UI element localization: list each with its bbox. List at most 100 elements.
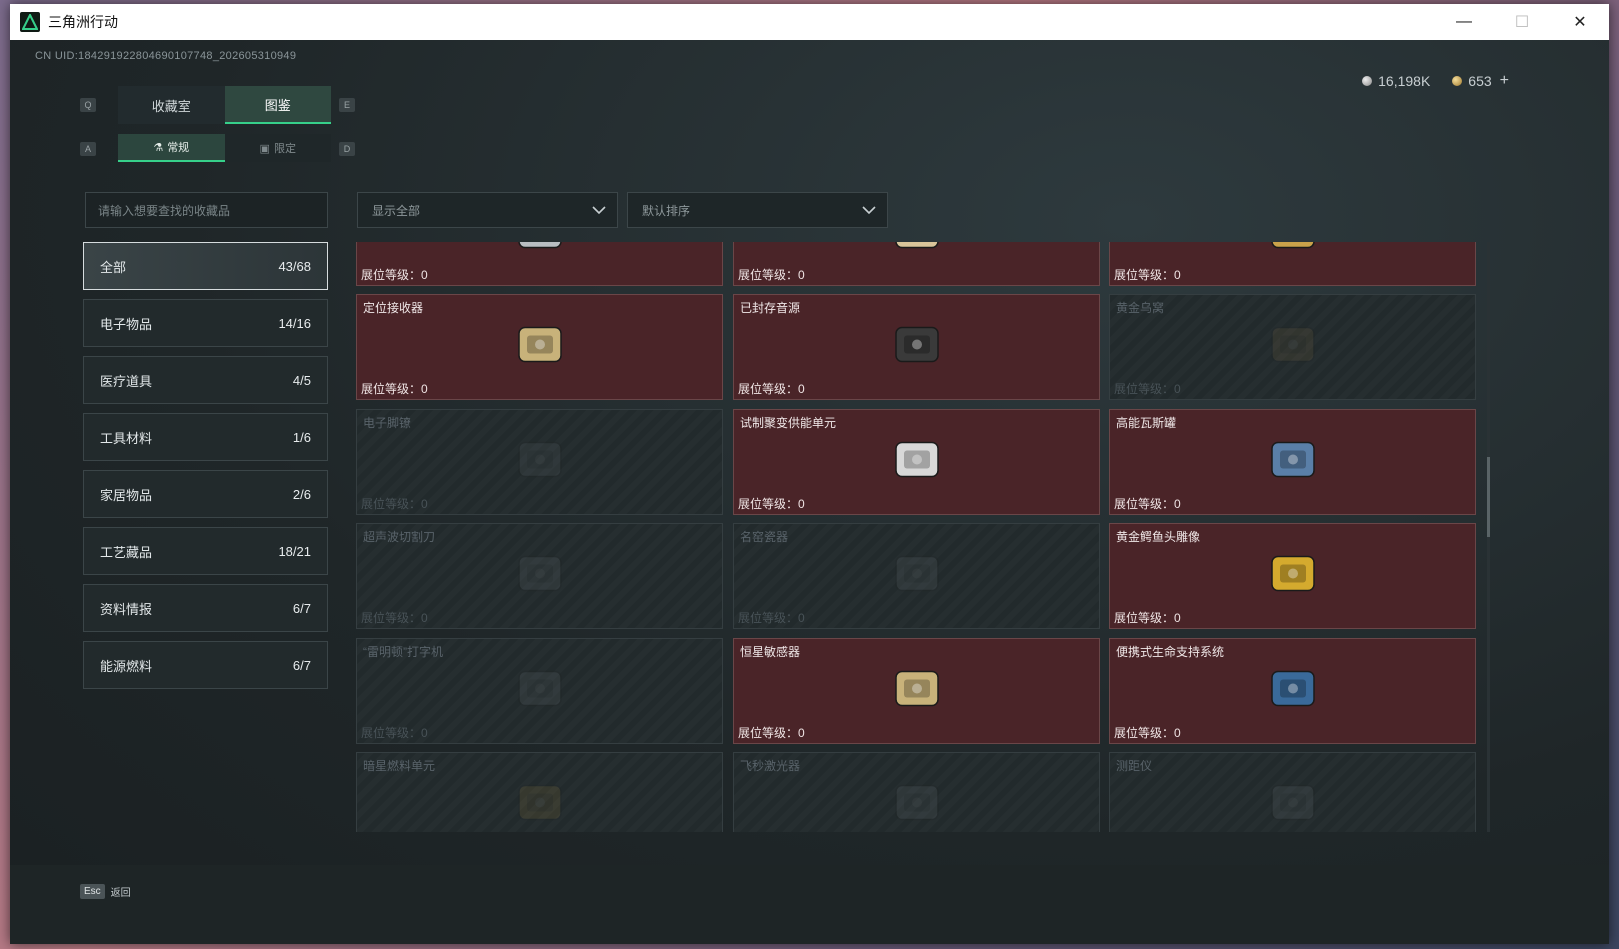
category-count: 2/6 bbox=[292, 486, 311, 502]
category-label: 资料情报 bbox=[100, 601, 153, 617]
collectible-card[interactable]: 飞秒激光器 bbox=[733, 752, 1100, 832]
collectible-card[interactable]: 高能瓦斯罐 展位等级：0 bbox=[1109, 409, 1476, 515]
category-fuel[interactable]: 能源燃料 6/7 bbox=[83, 641, 328, 689]
fusion-cell-icon bbox=[882, 425, 952, 500]
collectible-card[interactable]: 展位等级：0 bbox=[1109, 242, 1476, 286]
level-value: 0 bbox=[1174, 611, 1181, 625]
level-label: 展位等级： bbox=[361, 726, 422, 740]
collectible-card[interactable]: 暗星燃料单元 bbox=[356, 752, 723, 832]
level-value: 0 bbox=[798, 268, 805, 282]
life-support-icon bbox=[1258, 654, 1328, 729]
level-label: 展位等级： bbox=[361, 382, 422, 396]
category-label: 医疗道具 bbox=[100, 373, 153, 389]
key-hint-e: E bbox=[339, 98, 355, 112]
flashlight-icon bbox=[505, 242, 575, 271]
gold-coin-icon bbox=[1452, 76, 1463, 86]
category-tools[interactable]: 工具材料 1/6 bbox=[83, 413, 328, 461]
level-label: 展位等级： bbox=[1114, 726, 1175, 740]
item-level: 展位等级：0 bbox=[361, 724, 428, 741]
key-hint-q: Q bbox=[80, 98, 96, 112]
search-input[interactable]: 请输入想要查找的收藏品 bbox=[85, 192, 328, 228]
item-name: 超声波切割刀 bbox=[363, 530, 436, 544]
sort-dropdown[interactable]: 默认排序 bbox=[627, 192, 888, 228]
level-value: 0 bbox=[798, 382, 805, 396]
collectible-card[interactable]: 黄金乌窝 展位等级：0 bbox=[1109, 294, 1476, 400]
gold-amount: 653 bbox=[1468, 73, 1492, 89]
item-level: 展位等级：0 bbox=[1114, 609, 1181, 626]
category-intel[interactable]: 资料情报 6/7 bbox=[83, 584, 328, 632]
subtab-limited[interactable]: ▣ 限定 bbox=[224, 134, 331, 162]
main-tabs: 收藏室 图鉴 bbox=[118, 86, 331, 124]
painting-icon bbox=[1258, 242, 1328, 271]
item-name: 定位接收器 bbox=[363, 301, 424, 315]
level-label: 展位等级： bbox=[1114, 497, 1175, 511]
item-name: 已封存音源 bbox=[740, 301, 801, 315]
gas-tank-icon bbox=[1258, 425, 1328, 500]
level-value: 0 bbox=[421, 268, 428, 282]
item-name: 恒星敏感器 bbox=[740, 645, 801, 659]
item-level: 展位等级：0 bbox=[361, 380, 428, 397]
subtab-regular-label: 常规 bbox=[167, 142, 190, 154]
collectible-card[interactable]: 展位等级：0 bbox=[733, 242, 1100, 286]
collectible-card[interactable]: 黄金鳄鱼头雕像 展位等级：0 bbox=[1109, 523, 1476, 629]
level-label: 展位等级： bbox=[738, 611, 799, 625]
collectible-card[interactable]: 定位接收器展位等级：0 bbox=[356, 294, 723, 400]
category-label: 工艺藏品 bbox=[100, 544, 153, 560]
collectible-card[interactable]: 超声波切割刀 展位等级：0 bbox=[356, 523, 723, 629]
category-count: 43/68 bbox=[278, 258, 311, 274]
level-label: 展位等级： bbox=[361, 497, 422, 511]
category-crafts[interactable]: 工艺藏品 18/21 bbox=[83, 527, 328, 575]
collectible-card[interactable]: 便携式生命支持系统 展位等级：0 bbox=[1109, 638, 1476, 744]
category-count: 6/7 bbox=[292, 600, 311, 616]
category-count: 14/16 bbox=[278, 315, 311, 331]
level-label: 展位等级： bbox=[738, 382, 799, 396]
collectible-card[interactable]: 试制聚变供能单元 展位等级：0 bbox=[733, 409, 1100, 515]
category-label: 能源燃料 bbox=[100, 658, 153, 674]
collectible-card[interactable]: 恒星敏感器展位等级：0 bbox=[733, 638, 1100, 744]
tab-collection-room[interactable]: 收藏室 bbox=[118, 86, 225, 124]
scrollbar-thumb[interactable] bbox=[1487, 457, 1490, 537]
maximize-button[interactable]: ☐ bbox=[1493, 4, 1551, 40]
category-household[interactable]: 家居物品 2/6 bbox=[83, 470, 328, 518]
level-value: 0 bbox=[798, 497, 805, 511]
golden-nest-icon bbox=[1258, 310, 1328, 385]
sort-value: 默认排序 bbox=[642, 203, 691, 218]
add-currency-button[interactable]: + bbox=[1500, 72, 1509, 90]
collectible-card[interactable]: 测距仪 bbox=[1109, 752, 1476, 832]
level-label: 展位等级： bbox=[738, 268, 799, 282]
level-label: 展位等级： bbox=[1114, 382, 1175, 396]
show-filter-dropdown[interactable]: 显示全部 bbox=[357, 192, 618, 228]
item-level: 展位等级：0 bbox=[1114, 266, 1181, 283]
category-medical[interactable]: 医疗道具 4/5 bbox=[83, 356, 328, 404]
user-uid: CN UID:1842919228046901077­48_2026053109… bbox=[35, 50, 297, 62]
item-level: 展位等级：0 bbox=[738, 495, 805, 512]
key-hint-d: D bbox=[339, 142, 355, 156]
flask-icon: ⚗ bbox=[153, 141, 164, 154]
collectible-card[interactable]: 名窑瓷器 展位等级：0 bbox=[733, 523, 1100, 629]
category-electronics[interactable]: 电子物品 14/16 bbox=[83, 299, 328, 347]
chevron-down-icon bbox=[592, 206, 606, 215]
back-button[interactable]: Esc 返回 bbox=[80, 876, 144, 906]
collectible-card[interactable]: 展位等级：0 bbox=[356, 242, 723, 286]
star-sensor-icon bbox=[882, 654, 952, 729]
item-name: 试制聚变供能单元 bbox=[740, 416, 837, 430]
level-value: 0 bbox=[421, 497, 428, 511]
category-count: 6/7 bbox=[292, 657, 311, 673]
ankle-monitor-icon bbox=[505, 425, 575, 500]
category-all[interactable]: 全部 43/68 bbox=[83, 242, 328, 290]
collectible-card[interactable]: 电子脚镣 展位等级：0 bbox=[356, 409, 723, 515]
rangefinder-icon bbox=[1258, 768, 1328, 833]
item-level: 展位等级：0 bbox=[738, 724, 805, 741]
item-name: 高能瓦斯罐 bbox=[1116, 416, 1177, 430]
category-count: 18/21 bbox=[278, 543, 311, 559]
receiver-icon bbox=[505, 310, 575, 385]
minimize-button[interactable]: — bbox=[1435, 4, 1493, 40]
collectible-card[interactable]: 已封存音源展位等级：0 bbox=[733, 294, 1100, 400]
tab-encyclopedia[interactable]: 图鉴 bbox=[224, 86, 331, 124]
esc-key-hint: Esc bbox=[80, 883, 105, 899]
subtab-regular[interactable]: ⚗ 常规 bbox=[118, 134, 225, 162]
collectible-card[interactable]: “雷明顿”打字机 展位等级：0 bbox=[356, 638, 723, 744]
grid-scrollbar[interactable] bbox=[1487, 242, 1490, 832]
close-button[interactable]: ✕ bbox=[1551, 4, 1609, 40]
gold-currency: 653 + bbox=[1452, 72, 1509, 90]
